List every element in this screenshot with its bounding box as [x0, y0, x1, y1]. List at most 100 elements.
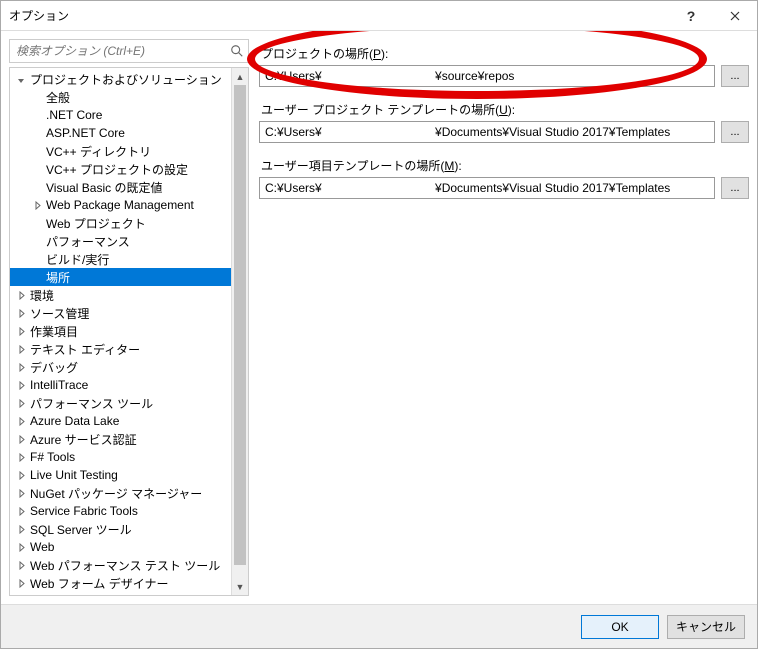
search-box[interactable]	[9, 39, 249, 63]
tree-item[interactable]: プロジェクトおよびソリューション	[10, 70, 248, 88]
projects-location-input[interactable]	[259, 65, 715, 87]
expander-closed[interactable]	[14, 558, 28, 572]
search-input[interactable]	[10, 40, 248, 62]
tree-item[interactable]: パフォーマンス	[10, 232, 248, 250]
user-item-templates-input[interactable]	[259, 177, 715, 199]
tree-item[interactable]: IntelliTrace	[10, 376, 248, 394]
dialog-button-bar: OK キャンセル	[1, 604, 757, 648]
tree-item[interactable]: 全般	[10, 88, 248, 106]
tree-item[interactable]: テキスト エディター	[10, 340, 248, 358]
scroll-up-button[interactable]: ▲	[232, 68, 248, 85]
expander-closed[interactable]	[14, 450, 28, 464]
expander-closed[interactable]	[14, 486, 28, 500]
scroll-thumb[interactable]	[234, 85, 246, 565]
tree-item[interactable]: 環境	[10, 286, 248, 304]
expander-closed[interactable]	[14, 540, 28, 554]
tree-item-label: パフォーマンス ツール	[28, 395, 153, 412]
tree-item[interactable]: Azure Data Lake	[10, 412, 248, 430]
tree-item-label: IntelliTrace	[28, 378, 88, 392]
tree-item-label: Azure サービス認証	[28, 431, 137, 448]
tree-item-label: .NET Core	[44, 108, 102, 122]
tree-item[interactable]: Azure サービス認証	[10, 430, 248, 448]
tree-item[interactable]: パフォーマンス ツール	[10, 394, 248, 412]
projects-location-browse-button[interactable]: ...	[721, 65, 749, 87]
chevron-right-icon	[17, 525, 26, 534]
tree-item[interactable]: VC++ プロジェクトの設定	[10, 160, 248, 178]
tree-item-label: 場所	[44, 269, 70, 286]
tree-item-label: Web プロジェクト	[44, 215, 146, 232]
tree-item-label: Service Fabric Tools	[28, 504, 138, 518]
expander-closed[interactable]	[14, 378, 28, 392]
help-button[interactable]: ?	[669, 1, 713, 31]
tree-item-label: Live Unit Testing	[28, 468, 118, 482]
expander-closed[interactable]	[14, 342, 28, 356]
tree-item-label: 環境	[28, 287, 54, 304]
expander-open[interactable]	[14, 72, 28, 86]
ok-button[interactable]: OK	[581, 615, 659, 639]
tree-item[interactable]: ソース管理	[10, 304, 248, 322]
tree-item-label: NuGet パッケージ マネージャー	[28, 485, 202, 502]
tree-item[interactable]: Live Unit Testing	[10, 466, 248, 484]
tree-item-label: ASP.NET Core	[44, 126, 125, 140]
options-tree: プロジェクトおよびソリューション全般 .NET Core ASP.NET Core V…	[9, 67, 249, 596]
tree-item-label: F# Tools	[28, 450, 75, 464]
tree-item[interactable]: Web Package Management	[10, 196, 248, 214]
tree-item[interactable]: Web	[10, 538, 248, 556]
expander-closed[interactable]	[14, 576, 28, 590]
expander-closed[interactable]	[14, 504, 28, 518]
user-project-templates-input[interactable]	[259, 121, 715, 143]
scroll-down-button[interactable]: ▼	[232, 578, 248, 595]
expander-closed[interactable]	[14, 432, 28, 446]
chevron-right-icon	[17, 561, 26, 570]
tree-item[interactable]: Visual Basic の既定値	[10, 178, 248, 196]
chevron-down-icon	[17, 75, 26, 84]
tree-item[interactable]: Web パフォーマンス テスト ツール	[10, 556, 248, 574]
user-item-templates-browse-button[interactable]: ...	[721, 177, 749, 199]
expander-closed[interactable]	[14, 522, 28, 536]
tree-item[interactable]: ASP.NET Core	[10, 124, 248, 142]
tree-item[interactable]: SQL Server ツール	[10, 520, 248, 538]
chevron-right-icon	[17, 417, 26, 426]
tree-item-label: プロジェクトおよびソリューション	[28, 71, 222, 88]
projects-location-label: プロジェクトの場所(P):	[259, 45, 749, 62]
chevron-right-icon	[17, 471, 26, 480]
expander-closed[interactable]	[14, 306, 28, 320]
chevron-right-icon	[17, 327, 26, 336]
chevron-right-icon	[17, 543, 26, 552]
tree-scroll[interactable]: プロジェクトおよびソリューション全般 .NET Core ASP.NET Core V…	[10, 68, 248, 595]
expander-closed[interactable]	[14, 414, 28, 428]
user-project-templates-browse-button[interactable]: ...	[721, 121, 749, 143]
chevron-right-icon	[17, 579, 26, 588]
close-icon	[730, 11, 740, 21]
chevron-right-icon	[33, 201, 42, 210]
expander-closed[interactable]	[14, 324, 28, 338]
tree-item[interactable]: F# Tools	[10, 448, 248, 466]
tree-item[interactable]: ビルド/実行	[10, 250, 248, 268]
chevron-right-icon	[17, 489, 26, 498]
tree-item[interactable]: .NET Core	[10, 106, 248, 124]
tree-item[interactable]: Service Fabric Tools	[10, 502, 248, 520]
user-project-templates-label: ユーザー プロジェクト テンプレートの場所(U):	[259, 101, 749, 118]
tree-item[interactable]: デバッグ	[10, 358, 248, 376]
tree-scrollbar[interactable]: ▲ ▼	[231, 68, 248, 595]
cancel-button[interactable]: キャンセル	[667, 615, 745, 639]
tree-item[interactable]: Web プロジェクト	[10, 214, 248, 232]
user-project-templates-group: ユーザー プロジェクト テンプレートの場所(U): ...	[259, 101, 749, 143]
tree-item[interactable]: Web フォーム デザイナー	[10, 574, 248, 592]
expander-closed[interactable]	[14, 288, 28, 302]
expander-closed[interactable]	[14, 396, 28, 410]
expander-closed[interactable]	[14, 468, 28, 482]
scroll-track[interactable]	[232, 85, 248, 578]
tree-item[interactable]: 作業項目	[10, 322, 248, 340]
tree-item[interactable]: VC++ ディレクトリ	[10, 142, 248, 160]
right-panel: プロジェクトの場所(P): ... ユーザー プロジェクト テンプレートの場所(…	[259, 39, 749, 596]
tree-item-label: Web パフォーマンス テスト ツール	[28, 557, 220, 574]
tree-item-label: テキスト エディター	[28, 341, 140, 358]
content-area: プロジェクトおよびソリューション全般 .NET Core ASP.NET Core V…	[1, 31, 757, 604]
search-icon	[230, 44, 244, 58]
tree-item[interactable]: 場所	[10, 268, 248, 286]
close-button[interactable]	[713, 1, 757, 31]
expander-closed[interactable]	[14, 360, 28, 374]
expander-closed[interactable]	[30, 198, 44, 212]
tree-item[interactable]: NuGet パッケージ マネージャー	[10, 484, 248, 502]
